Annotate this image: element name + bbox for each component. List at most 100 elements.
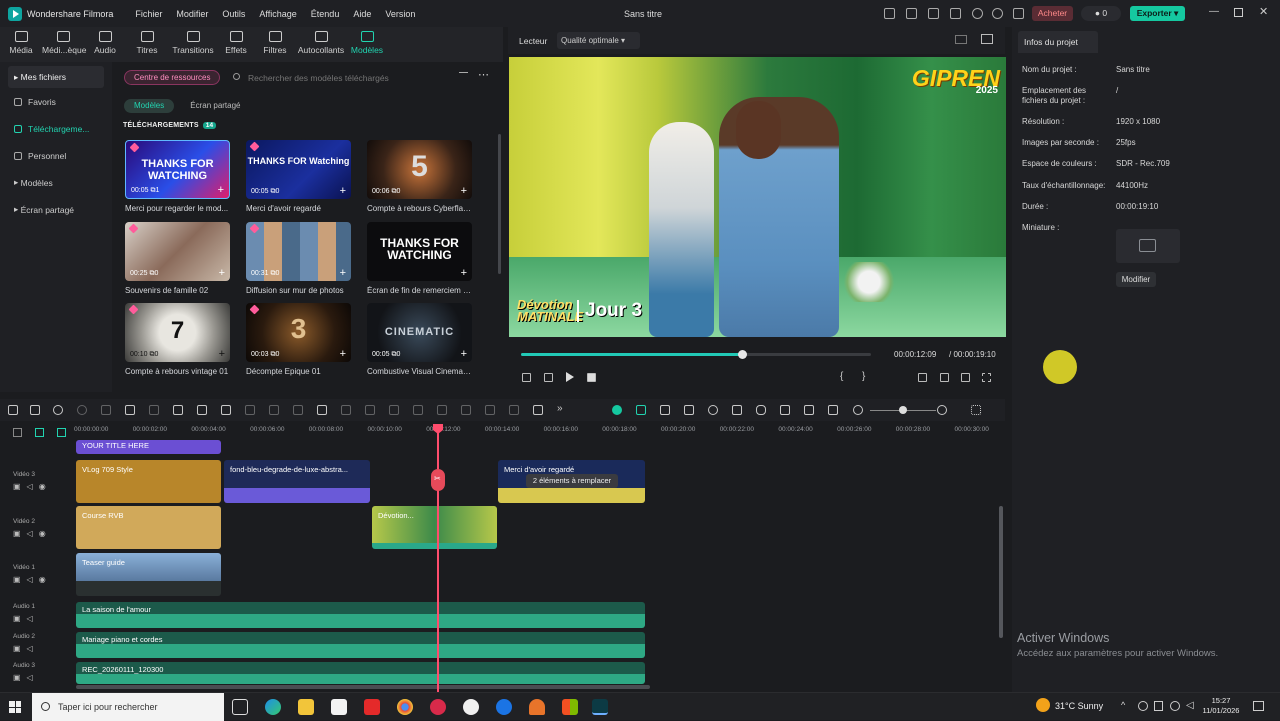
asset-scrollbar[interactable] [498, 134, 501, 274]
playhead[interactable] [437, 424, 439, 692]
zoom-slider-handle[interactable] [899, 406, 907, 414]
file-explorer-icon[interactable] [298, 699, 314, 715]
export-button[interactable]: Exporter ▾ [1130, 6, 1185, 21]
add-icon[interactable]: + [461, 349, 467, 360]
menu-aide[interactable]: Aide [353, 9, 371, 19]
track-controls[interactable]: ▣◁ [13, 644, 39, 653]
layout-icon[interactable] [928, 8, 939, 19]
mic-icon[interactable] [756, 405, 766, 415]
add-track-icon[interactable] [13, 428, 22, 437]
display-icon[interactable] [918, 373, 927, 382]
globe-icon[interactable] [1170, 701, 1180, 711]
app-icon[interactable] [463, 699, 479, 715]
camera-icon[interactable] [940, 373, 949, 382]
template-card[interactable]: 7 00:10 ⧉0 + Compte à rebours vintage 01 [125, 303, 230, 376]
video-clip[interactable]: Dévotion... [372, 506, 497, 549]
split-icon[interactable] [125, 405, 135, 415]
facebook-icon[interactable] [496, 699, 512, 715]
video-preview[interactable]: GIPREN 2025 Dévotion MATINALE Jour 3 [509, 57, 1006, 337]
sidebar-item-my-files[interactable]: ▸ Mes fichiers [8, 66, 104, 88]
title-clip[interactable]: YOUR TITLE HERE [76, 440, 221, 454]
subtitle-icon[interactable] [485, 405, 495, 415]
chrome-icon[interactable] [397, 699, 413, 715]
play-icon[interactable] [566, 372, 574, 382]
template-card[interactable]: THANKS FOR WATCHING + Écran de fin de re… [367, 222, 472, 295]
youtube-icon[interactable] [364, 699, 380, 715]
app-icon[interactable] [529, 699, 545, 715]
track-settings-icon[interactable] [57, 428, 66, 437]
undo-icon[interactable] [53, 405, 63, 415]
sidebar-item-split-screen[interactable]: ▸ Écran partagé [0, 196, 112, 223]
save-icon[interactable] [950, 8, 961, 19]
render-icon[interactable] [612, 405, 622, 415]
template-card[interactable]: 5 00:06 ⧉0 + Compte à rebours Cyberflame [367, 140, 472, 213]
timeline-ruler[interactable]: 00:00:00:00 00:00:02:00 00:00:04:00 00:00:0… [74, 424, 1006, 438]
tab-templates[interactable]: Modèles [124, 99, 175, 113]
resource-center-button[interactable]: Centre de ressources [124, 70, 220, 85]
add-icon[interactable]: + [340, 268, 346, 279]
store-icon[interactable] [331, 699, 347, 715]
toolbar-stickers[interactable]: Autocollants [296, 27, 346, 62]
quality-select[interactable]: Qualité optimale ▾ [557, 32, 640, 49]
color-icon[interactable] [293, 405, 303, 415]
buy-button[interactable]: Acheter [1032, 6, 1073, 21]
add-icon[interactable]: + [219, 268, 225, 279]
add-icon[interactable]: + [461, 268, 467, 279]
track-controls[interactable]: ▣◁◉ [13, 575, 52, 584]
menu-modifier[interactable]: Modifier [176, 9, 208, 19]
transition-icon[interactable] [461, 405, 471, 415]
timeline-horizontal-scrollbar[interactable] [76, 685, 650, 689]
task-view-icon[interactable] [232, 699, 248, 715]
sidebar-item-downloads[interactable]: Téléchargeme... [0, 115, 112, 142]
fullscreen-icon[interactable] [982, 373, 991, 382]
layout-grid-icon[interactable] [971, 405, 981, 415]
add-icon[interactable]: + [461, 186, 467, 197]
adjust-icon[interactable] [437, 405, 447, 415]
playhead-handle[interactable]: ✂ [431, 469, 445, 491]
edge-icon[interactable] [265, 699, 281, 715]
track-controls[interactable]: ▣◁ [13, 673, 39, 682]
sidebar-item-templates[interactable]: ▸ Modèles [0, 169, 112, 196]
audio-edit-icon[interactable] [173, 405, 183, 415]
track-controls[interactable]: ▣◁◉ [13, 529, 52, 538]
snapshot-image-icon[interactable] [981, 34, 993, 44]
filmora-taskbar-icon[interactable] [592, 699, 608, 715]
menu-affichage[interactable]: Affichage [259, 9, 296, 19]
grid-view-icon[interactable] [955, 35, 967, 44]
toolbar-media[interactable]: Média [0, 27, 42, 62]
auto-icon[interactable] [684, 405, 694, 415]
snap-icon[interactable] [636, 405, 646, 415]
pip-icon[interactable] [828, 405, 838, 415]
timeline-vertical-scrollbar[interactable] [999, 506, 1003, 638]
effects-timeline-icon[interactable] [533, 405, 543, 415]
play-frame-icon[interactable] [544, 373, 553, 382]
tray-chevron-icon[interactable]: ^ [1121, 700, 1125, 710]
video-clip[interactable]: fond-bleu-degrade-de-luxe-abstra... [224, 460, 370, 503]
scene-icon[interactable] [708, 405, 718, 415]
battery-icon[interactable] [1154, 701, 1163, 711]
link-icon[interactable] [35, 428, 44, 437]
taskbar-clock[interactable]: 15:27 11/01/2026 [1201, 696, 1241, 716]
replace-icon[interactable] [804, 405, 814, 415]
mask-icon[interactable] [341, 405, 351, 415]
track-controls[interactable]: ▣◁◉ [13, 482, 52, 491]
more-icon[interactable]: ⋯ [478, 68, 489, 81]
template-card[interactable]: CINEMATIC 00:05 ⧉0 + Combustive Visual C… [367, 303, 472, 376]
effect-clip[interactable]: VLog 709 Style [76, 460, 221, 503]
mixer-icon[interactable] [780, 405, 790, 415]
marker-icon[interactable] [660, 405, 670, 415]
menu-fichier[interactable]: Fichier [135, 9, 162, 19]
credits-badge[interactable]: ● 0 [1081, 6, 1121, 21]
tab-project-info[interactable]: Infos du projet [1018, 31, 1098, 53]
add-icon[interactable]: + [340, 186, 346, 197]
volume-icon[interactable] [961, 373, 970, 382]
sidebar-item-favorites[interactable]: Favoris [0, 88, 112, 115]
mark-out-icon[interactable]: } [862, 371, 865, 382]
toolbar-transitions[interactable]: Transitions [168, 27, 218, 62]
rotate-icon[interactable] [269, 405, 279, 415]
send-icon[interactable] [884, 8, 895, 19]
taskbar-search[interactable]: Taper ici pour rechercher [32, 693, 224, 721]
prev-frame-icon[interactable] [522, 373, 531, 382]
sidebar-item-personal[interactable]: Personnel [0, 142, 112, 169]
template-card[interactable]: THANKS FOR Watching 00:05 ⧉0 + Merci d'a… [246, 140, 351, 213]
